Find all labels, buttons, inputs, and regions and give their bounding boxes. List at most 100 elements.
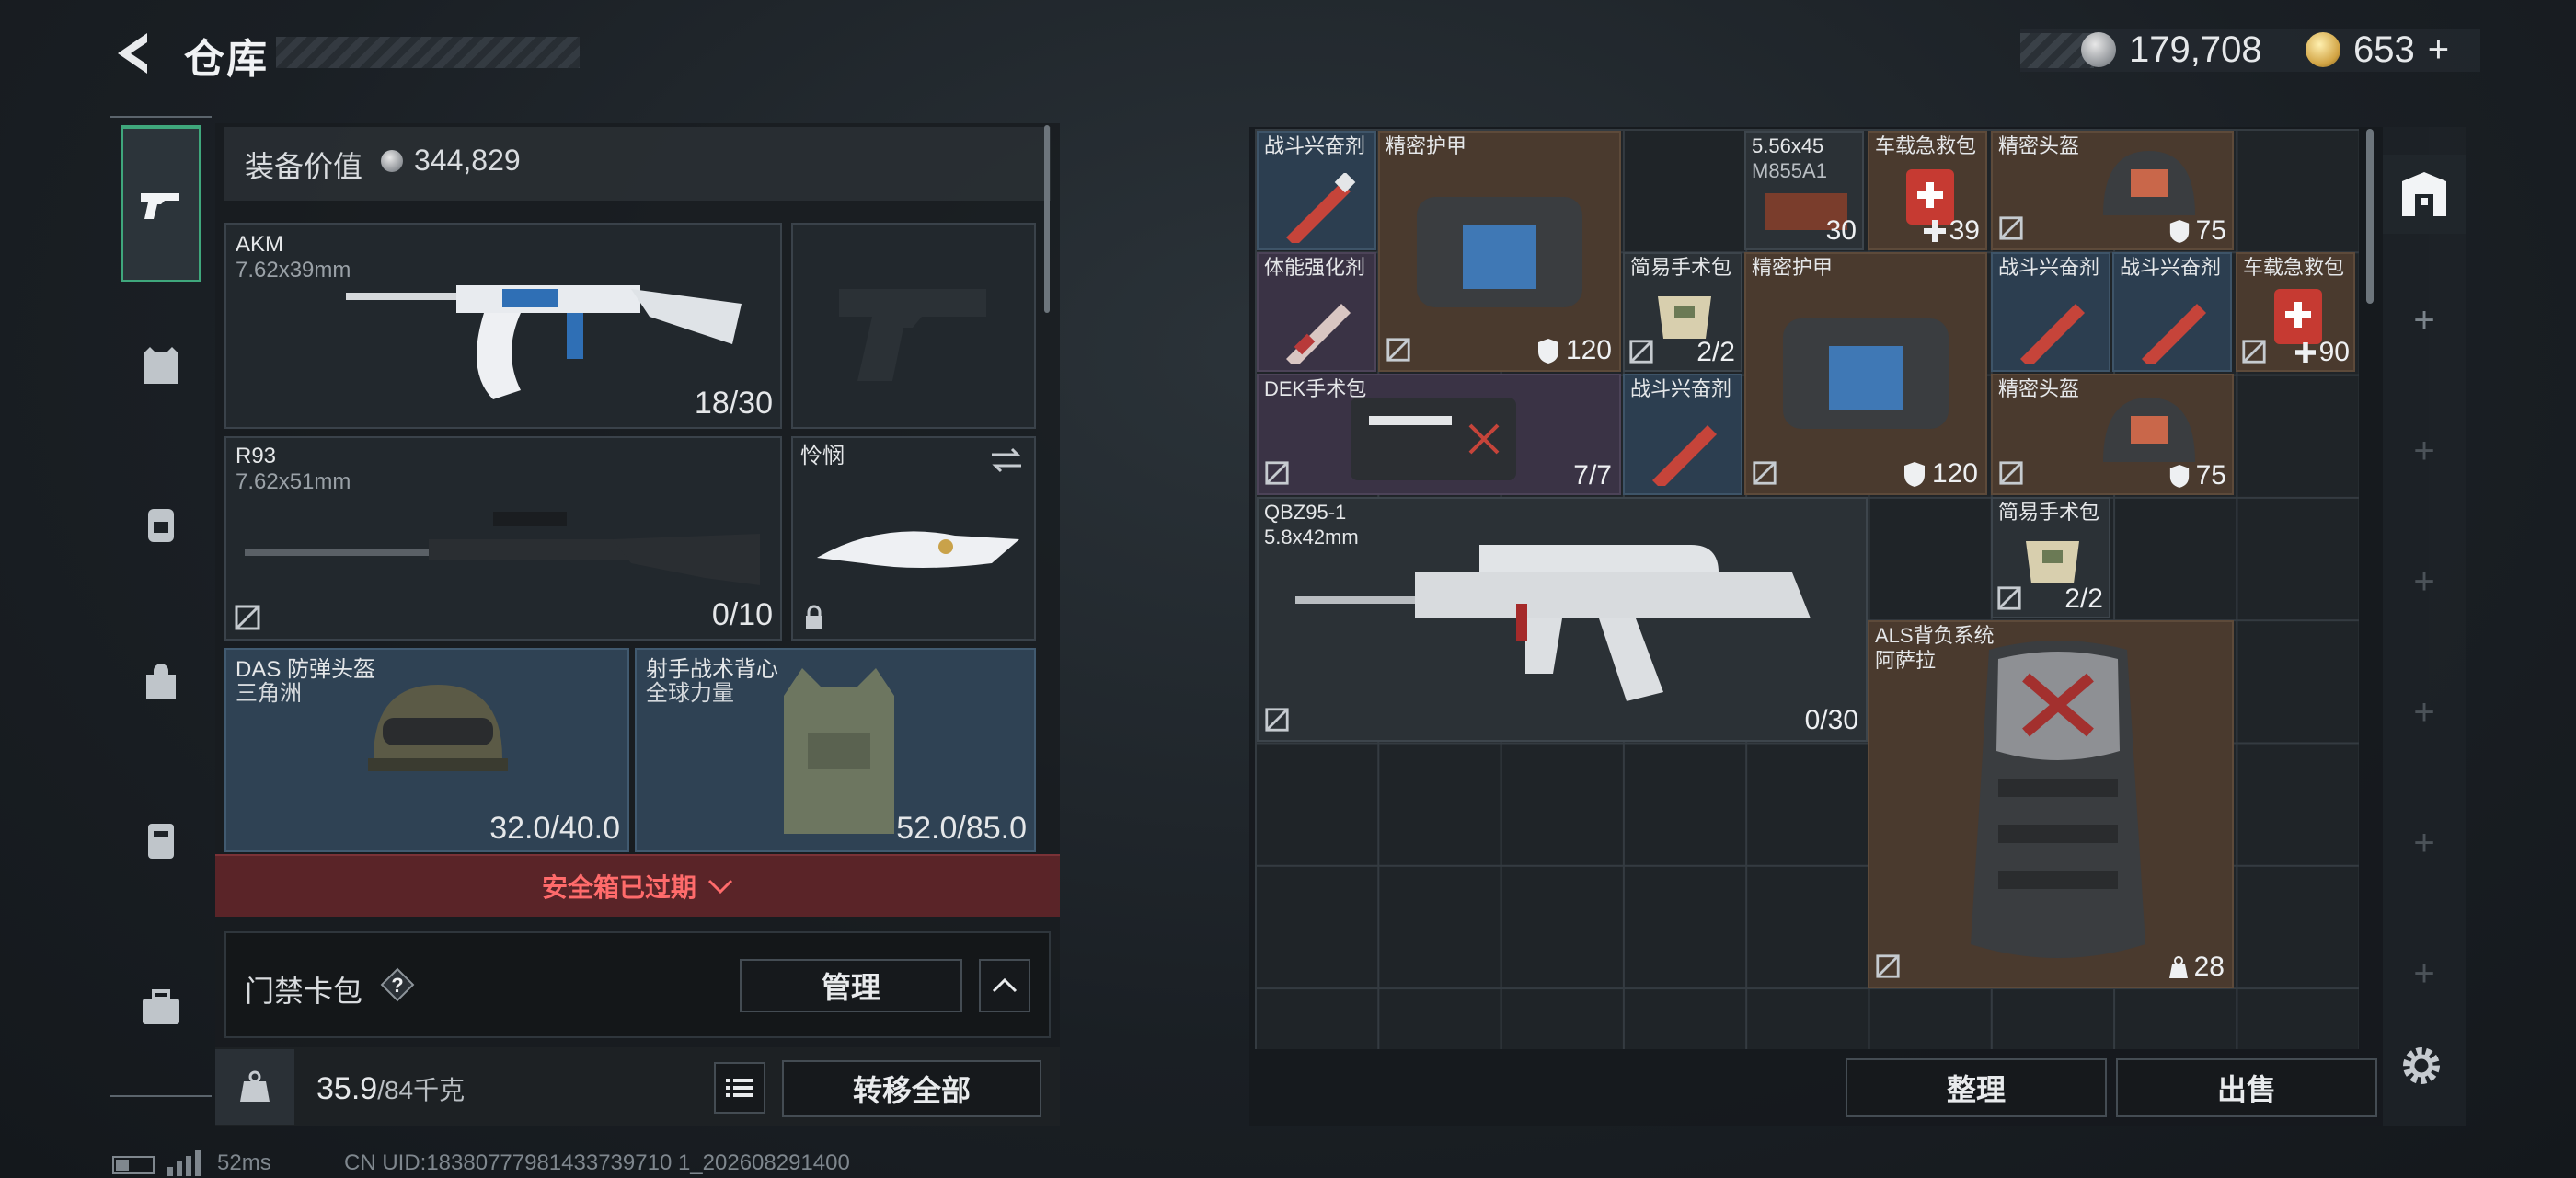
add-storage-button[interactable]: + [2383, 300, 2466, 341]
add-storage-button[interactable]: + [2383, 431, 2466, 472]
sell-button[interactable]: 出售 [2116, 1058, 2377, 1117]
briefcase-icon [143, 989, 179, 1024]
item-name: 精密护甲 [1752, 256, 1834, 279]
storage-icon [2402, 172, 2446, 216]
weight-capacity: /84千克 [377, 1076, 466, 1104]
keycard-label: 门禁卡包 [245, 975, 363, 1008]
vest-origin: 全球力量 [646, 681, 734, 706]
rig-icon [148, 824, 174, 859]
no-insure-icon [1999, 461, 2023, 485]
storage-item[interactable]: 战斗兴奋剂 [1623, 374, 1742, 495]
storage-item[interactable]: 简易手术包 2/2 [1623, 252, 1742, 372]
sort-button[interactable]: 整理 [1846, 1058, 2107, 1117]
storage-item[interactable]: ALS背负系统 阿萨拉 28 [1868, 620, 2234, 988]
gear-icon[interactable] [2396, 1040, 2447, 1091]
weight-icon [240, 1070, 270, 1102]
battery-icon [112, 1156, 155, 1174]
back-arrow-icon[interactable] [110, 28, 162, 79]
item-name: 精密护甲 [1386, 134, 1467, 157]
item-count: 30 [1825, 215, 1857, 246]
no-insure-icon [1386, 338, 1410, 362]
vest-slot[interactable]: 射手战术背心 全球力量 52.0/85.0 [635, 648, 1036, 852]
item-durability: 120 [1903, 458, 1978, 490]
silver-amount: 179,708 [2129, 29, 2262, 70]
equipment-value-label: 装备价值 [245, 150, 363, 183]
weight-icon [2168, 956, 2188, 978]
storage-item[interactable]: 5.56x45 M855A1 30 [1744, 131, 1864, 250]
manage-button[interactable]: 管理 [740, 959, 962, 1012]
nav-bag[interactable] [121, 642, 201, 722]
ammo-count: 18/30 [694, 386, 773, 421]
item-heal: 39 [1923, 215, 1980, 247]
nav-backpack[interactable] [121, 484, 201, 563]
storage-item[interactable]: 精密护甲 120 [1744, 252, 1987, 495]
storage-item[interactable]: QBZ95-1 5.8x42mm 0/30 [1257, 497, 1868, 742]
item-name: 5.56x45 [1752, 134, 1824, 157]
storage-tab-main[interactable] [2383, 155, 2466, 234]
scrollbar[interactable] [2366, 129, 2374, 304]
ping: 52ms [217, 1150, 271, 1175]
scrollbar[interactable] [1044, 125, 1050, 313]
pistol-slot[interactable] [791, 223, 1036, 429]
item-name: 简易手术包 [1998, 501, 2100, 524]
weapon-name: R93 [236, 444, 277, 468]
surgical-kit-icon [2026, 541, 2079, 583]
storage-item[interactable]: 战斗兴奋剂 [1257, 131, 1376, 250]
currency-gold[interactable]: 653 + [2306, 26, 2449, 74]
currency-silver[interactable]: 179,708 [2081, 26, 2262, 74]
storage-item[interactable]: 战斗兴奋剂 [1991, 252, 2110, 372]
storage-item[interactable]: 简易手术包 2/2 [1991, 497, 2110, 618]
surgical-kit-icon [1658, 296, 1711, 339]
item-capacity: 28 [2168, 952, 2225, 983]
storage-item[interactable]: 体能强化剂 [1257, 252, 1376, 372]
helmet-origin: 三角洲 [236, 681, 302, 706]
nav-chest-rig[interactable] [121, 801, 201, 880]
melee-name: 怜悯 [800, 444, 845, 468]
helmet-slot[interactable]: DAS 防弹头盔 三角洲 32.0/40.0 [224, 648, 629, 852]
add-storage-button[interactable]: + [2383, 823, 2466, 864]
nav-case[interactable] [121, 968, 201, 1047]
add-storage-button[interactable]: + [2383, 953, 2466, 995]
no-insure-icon [1629, 340, 1653, 364]
primary-weapon-slot[interactable]: AKM 7.62x39mm 18/30 [224, 223, 782, 429]
nav-armor[interactable] [121, 326, 201, 405]
add-gold-button[interactable]: + [2428, 29, 2449, 71]
armor-icon [1783, 318, 1949, 429]
weight-current: 35.9 [316, 1071, 378, 1106]
storage-item[interactable]: 车载急救包 90 [2236, 252, 2355, 372]
nav-weapons[interactable] [121, 125, 201, 282]
item-uses: 7/7 [1573, 460, 1612, 491]
transfer-all-button[interactable]: 转移全部 [782, 1060, 1041, 1117]
storage-item[interactable]: 车载急救包 39 [1868, 131, 1987, 250]
heal-plus-icon [2294, 342, 2316, 363]
alert-text: 安全箱已过期 [541, 873, 696, 902]
shield-icon [1903, 462, 1925, 487]
ammo-count: 0/10 [711, 597, 773, 632]
rifle-icon [1295, 545, 1811, 701]
storage-item[interactable]: 精密护甲 120 [1378, 131, 1621, 372]
add-storage-button[interactable]: + [2383, 692, 2466, 733]
secondary-weapon-slot[interactable]: R93 7.62x51mm 0/10 [224, 436, 782, 641]
storage-item[interactable]: 战斗兴奋剂 [2112, 252, 2232, 372]
vest-icon [144, 347, 178, 384]
add-storage-button[interactable]: + [2383, 561, 2466, 603]
no-insure-icon [1753, 461, 1777, 485]
safe-box-expired-alert[interactable]: 安全箱已过期 [215, 854, 1060, 917]
item-durability: 75 [2168, 460, 2226, 491]
helmet-icon [368, 685, 508, 771]
item-heal: 90 [2294, 337, 2350, 368]
list-icon [726, 1079, 753, 1097]
weapon-caliber: 7.62x39mm [236, 258, 351, 283]
heal-plus-icon [1923, 220, 1946, 242]
syringe-icon [2020, 304, 2085, 364]
collapse-button[interactable] [979, 959, 1030, 1012]
silver-coin-icon [2081, 32, 2116, 67]
melee-slot[interactable]: 怜悯 [791, 436, 1036, 641]
list-view-button[interactable] [714, 1062, 765, 1114]
storage-item[interactable]: 精密头盔 75 [1991, 131, 2234, 250]
no-insure-icon [235, 605, 260, 630]
storage-item[interactable]: DEK手术包 7/7 [1257, 374, 1621, 495]
help-icon[interactable]: ? [379, 966, 416, 1003]
storage-item[interactable]: 精密头盔 75 [1991, 374, 2234, 495]
swap-icon[interactable] [988, 445, 1025, 475]
